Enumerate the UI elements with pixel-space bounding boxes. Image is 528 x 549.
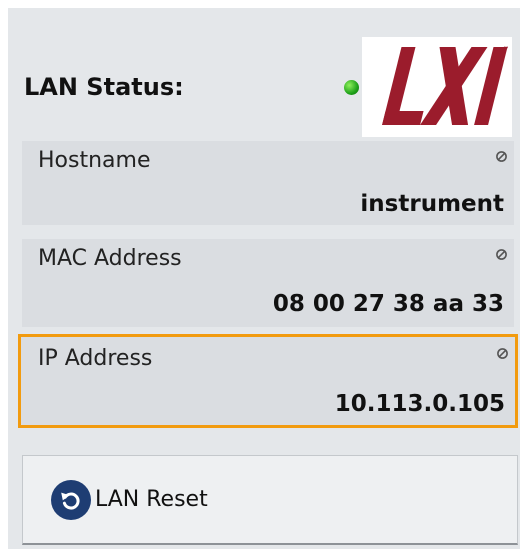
mac-address-label: MAC Address xyxy=(38,246,182,271)
lock-icon xyxy=(496,347,509,360)
ip-address-value: 10.113.0.105 xyxy=(334,391,505,417)
lxi-logo-graphic: ™ xyxy=(382,46,509,125)
reset-icon xyxy=(51,479,91,520)
lan-reset-label: LAN Reset xyxy=(95,486,208,512)
hostname-value: instrument xyxy=(360,191,504,217)
lan-settings-panel: LAN Status: ™ Hostname instrument MAC Ad… xyxy=(8,8,520,549)
hostname-field[interactable]: Hostname instrument xyxy=(22,141,514,225)
hostname-label: Hostname xyxy=(38,148,151,173)
lan-reset-button[interactable]: LAN Reset xyxy=(22,455,518,545)
ip-address-field[interactable]: IP Address 10.113.0.105 xyxy=(18,334,518,428)
ip-address-label: IP Address xyxy=(38,346,153,371)
lock-icon xyxy=(495,150,508,163)
svg-text:™: ™ xyxy=(503,46,509,53)
mac-address-value: 08 00 27 38 aa 33 xyxy=(272,291,504,317)
lxi-logo: ™ xyxy=(362,37,512,137)
lan-status-label: LAN Status: xyxy=(24,73,184,101)
lock-icon xyxy=(495,248,508,261)
mac-address-field[interactable]: MAC Address 08 00 27 38 aa 33 xyxy=(22,239,514,327)
status-indicator-icon xyxy=(344,80,359,95)
